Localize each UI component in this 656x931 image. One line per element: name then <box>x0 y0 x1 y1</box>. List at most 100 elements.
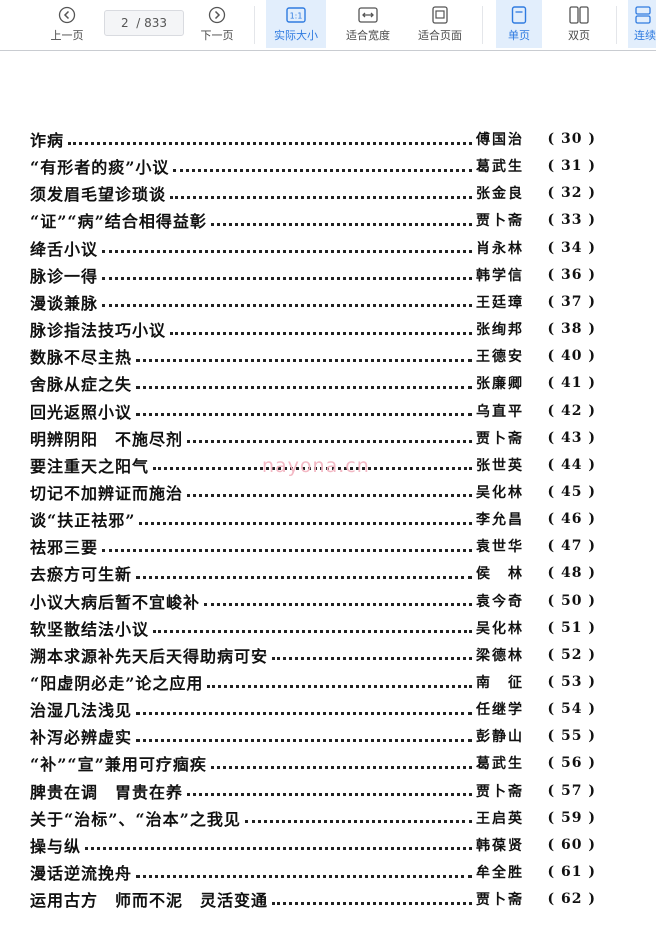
double-page-button[interactable]: 双页 <box>556 0 602 48</box>
fit-page-button[interactable]: 适合页面 <box>412 0 468 48</box>
toc-title: 漫谈兼脉 <box>30 293 99 313</box>
toc-row: 明辨阴阳 不施尽剂 贾卜斋 ( 43 ) <box>30 425 596 451</box>
toc-title: 切记不加辨证而施治 <box>30 483 184 503</box>
toc-title: 数脉不尽主热 <box>30 348 133 368</box>
toc-leader-dots <box>102 265 472 281</box>
toc-title: 明辨阴阳 不施尽剂 <box>30 429 184 449</box>
single-page-button[interactable]: 单页 <box>496 0 542 48</box>
toc-row: 数脉不尽主热 王德安 ( 40 ) <box>30 343 596 369</box>
toc-row: 运用古方 师而不泥 灵活变通 贾卜斋 ( 62 ) <box>30 886 596 912</box>
toc-title: 绛舌小议 <box>30 239 99 259</box>
single-page-label: 单页 <box>508 29 530 42</box>
toc-title: 运用古方 师而不泥 灵活变通 <box>30 891 269 911</box>
toc-page-number: ( 50 ) <box>547 592 596 609</box>
toc-title: 漫话逆流挽舟 <box>30 864 133 884</box>
toc-leader-dots <box>187 428 472 444</box>
toc-page-number: ( 44 ) <box>547 456 596 473</box>
toc-author: 韩学信 <box>476 267 524 284</box>
toc-page-number: ( 53 ) <box>547 674 596 690</box>
toc-page-number: ( 32 ) <box>547 185 596 202</box>
toc-leader-dots <box>85 835 472 851</box>
toc-row: 脉诊一得 韩学信 ( 36 ) <box>30 262 596 288</box>
watermark: nayona.cn <box>262 455 370 477</box>
toc-author: 张世英 <box>476 457 524 474</box>
toc-leader-dots <box>136 863 472 878</box>
toc-leader-dots <box>68 130 472 145</box>
toc-page-number: ( 42 ) <box>547 402 596 419</box>
toc-leader-dots <box>136 374 472 389</box>
toc-title: 小议大病后暂不宜峻补 <box>30 592 201 612</box>
toc-author: 傅国治 <box>476 132 524 148</box>
fit-page-label: 适合页面 <box>418 29 462 42</box>
prev-page-button[interactable]: 上一页 <box>46 0 88 48</box>
toc-leader-dots <box>170 184 472 199</box>
actual-size-button[interactable]: 1:1 实际大小 <box>266 0 326 48</box>
toc-leader-dots <box>187 482 472 498</box>
toc-row: 软坚散结法小议 吴化林 ( 51 ) <box>30 615 596 641</box>
toc-row: “证”“病”结合相得益彰 贾卜斋 ( 33 ) <box>30 207 596 233</box>
next-page-label: 下一页 <box>200 29 234 42</box>
toc-author: 葛武生 <box>476 159 524 176</box>
page-total: / 833 <box>136 16 168 30</box>
toc-title: 祛邪三要 <box>30 538 99 558</box>
toc-leader-dots <box>173 157 472 172</box>
toc-author: 韩葆贤 <box>476 837 524 854</box>
continuous-label: 连续 <box>634 29 656 42</box>
toc-row: “补”“宣”兼用可疗痼疾 葛武生 ( 56 ) <box>30 750 596 776</box>
toc-author: 彭静山 <box>476 729 524 746</box>
toc-author: 贾卜斋 <box>476 430 524 447</box>
fit-page-icon <box>431 6 449 24</box>
toolbar-divider <box>616 6 617 44</box>
toc-author: 王德安 <box>476 349 524 366</box>
toc-author: 张金良 <box>476 186 524 203</box>
toc-title: 要注重天之阳气 <box>30 456 150 476</box>
continuous-icon <box>634 6 652 24</box>
toc-row: 治湿几法浅见 任继学 ( 54 ) <box>30 696 596 722</box>
toc-row: 回光返照小议 乌直平 ( 42 ) <box>30 398 596 424</box>
toc-author: 李允昌 <box>476 512 524 529</box>
toc-author: 南 征 <box>476 675 524 691</box>
toc-page-number: ( 55 ) <box>547 728 596 745</box>
toc-author: 袁世华 <box>476 539 524 556</box>
toc-row: 关于“治标”、“治本”之我见 王启英 ( 59 ) <box>30 805 596 831</box>
toc-row: 漫话逆流挽舟 牟全胜 ( 61 ) <box>30 859 596 885</box>
svg-text:1:1: 1:1 <box>290 12 303 21</box>
toc-row: 须发眉毛望诊琐谈 张金良 ( 32 ) <box>30 180 596 206</box>
toc-page-number: ( 41 ) <box>547 375 596 392</box>
toc-row: 谈“扶正祛邪” 李允昌 ( 46 ) <box>30 506 596 532</box>
toc-title: 去瘀方可生新 <box>30 565 133 585</box>
continuous-button[interactable]: 连续 <box>628 0 656 48</box>
toc-row: 绛舌小议 肖永林 ( 34 ) <box>30 235 596 261</box>
toc-row: 切记不加辨证而施治 吴化林 ( 45 ) <box>30 479 596 505</box>
next-page-button[interactable]: 下一页 <box>196 0 238 48</box>
toc-title: 操与纵 <box>30 836 82 856</box>
toc-title: 溯本求源补先天后天得助病可安 <box>30 646 269 666</box>
double-page-icon <box>569 6 589 24</box>
toc-author: 贾卜斋 <box>476 783 524 800</box>
toc-leader-dots <box>272 890 472 905</box>
toc-row: “有形者的痰”小议 葛武生 ( 31 ) <box>30 153 596 179</box>
toc-page-number: ( 31 ) <box>547 158 596 175</box>
toc-leader-dots <box>136 564 472 579</box>
toc-title: 谈“扶正祛邪” <box>30 511 136 531</box>
toc-title: “证”“病”结合相得益彰 <box>30 212 207 232</box>
toc-page-number: ( 43 ) <box>547 429 596 446</box>
toc-author: 吴化林 <box>476 620 524 637</box>
toc-row: 脾贵在调 胃贵在养 贾卜斋 ( 57 ) <box>30 778 596 804</box>
page-number-input[interactable]: 2 / 833 <box>104 10 184 36</box>
toc-page-number: ( 61 ) <box>547 864 596 881</box>
toc-author: 葛武生 <box>476 756 524 773</box>
toc-row: 去瘀方可生新 侯 林 ( 48 ) <box>30 560 596 586</box>
toc-author: 肖永林 <box>476 240 524 257</box>
toolbar-divider <box>482 6 483 44</box>
viewer-toolbar: 上一页 2 / 833 下一页 1:1 实际大小 适合宽度 适合页面 单页 双页… <box>0 0 656 51</box>
toc-leader-dots <box>136 700 472 715</box>
toc-title: 软坚散结法小议 <box>30 619 150 639</box>
toc-page-number: ( 59 ) <box>547 809 596 826</box>
document-page: 诈病 傅国治( 30 ) “有形者的痰”小议 葛武生( 31 ) 须发眉毛望诊琐谈 张金良… <box>0 51 656 931</box>
fit-width-button[interactable]: 适合宽度 <box>340 0 396 48</box>
toc-page-number: ( 34 ) <box>547 239 596 256</box>
toc-leader-dots <box>136 347 472 362</box>
toc-author: 王廷璋 <box>476 294 524 311</box>
toc-leader-dots <box>210 754 472 769</box>
